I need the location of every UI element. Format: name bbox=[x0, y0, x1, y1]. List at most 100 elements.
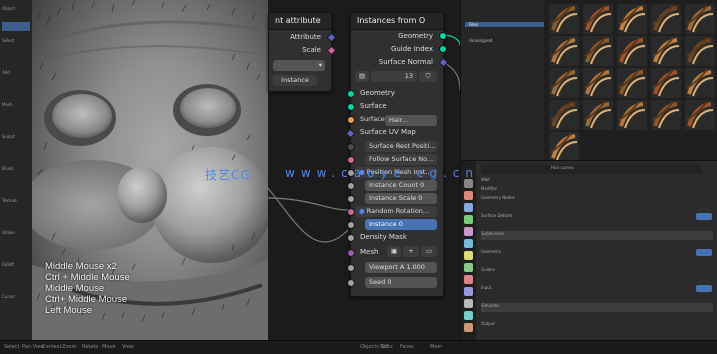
properties-tab-icon[interactable] bbox=[464, 299, 473, 308]
modifier-row[interactable] bbox=[481, 258, 713, 267]
geometry-output-socket[interactable] bbox=[439, 32, 447, 40]
properties-tab-icon[interactable] bbox=[464, 323, 473, 332]
instance-attr-socket[interactable] bbox=[347, 221, 355, 229]
properties-tab-icon[interactable] bbox=[464, 179, 473, 188]
asset-thumbnail[interactable] bbox=[685, 36, 715, 66]
modifier-row[interactable]: Subdivision bbox=[481, 231, 713, 240]
add-icon[interactable]: + bbox=[403, 246, 419, 257]
toolbar-row[interactable] bbox=[2, 246, 30, 255]
mesh-socket[interactable] bbox=[347, 249, 355, 257]
asset-thumbnail[interactable] bbox=[685, 100, 715, 130]
asset-thumbnail[interactable] bbox=[583, 36, 613, 66]
surface-rest-field[interactable]: Surface Rest Positi... bbox=[365, 141, 437, 152]
instance-scale-field[interactable]: Instance Scale 0 bbox=[365, 193, 437, 204]
asset-thumbnail[interactable] bbox=[617, 100, 647, 130]
toolbar-row[interactable]: Falloff bbox=[2, 262, 30, 271]
asset-thumbnail[interactable] bbox=[685, 4, 715, 34]
properties-tab-icon[interactable] bbox=[464, 239, 473, 248]
asset-thumbnail[interactable] bbox=[651, 100, 681, 130]
folder-icon[interactable]: ▭ bbox=[421, 246, 437, 257]
instance-attr-field[interactable]: Instance 0 bbox=[365, 219, 437, 230]
asset-thumbnail[interactable] bbox=[549, 68, 579, 98]
toolbar-row[interactable] bbox=[2, 54, 30, 63]
toolbar-row[interactable] bbox=[2, 214, 30, 223]
follow-normal-socket[interactable] bbox=[347, 156, 355, 164]
asset-thumbnail[interactable] bbox=[583, 4, 613, 34]
toolbar-row[interactable] bbox=[2, 86, 30, 95]
modifier-row[interactable] bbox=[481, 330, 713, 339]
toolbar-row[interactable]: Brush bbox=[2, 166, 30, 175]
asset-thumbnail[interactable] bbox=[651, 36, 681, 66]
random-rotation-field[interactable]: ● Random Rotation... bbox=[355, 206, 437, 217]
toolbar-row[interactable]: Stroke bbox=[2, 230, 30, 239]
asset-thumbnail[interactable] bbox=[685, 68, 715, 98]
toolbar-row[interactable]: Sculpt bbox=[2, 134, 30, 143]
asset-thumbnail[interactable] bbox=[651, 4, 681, 34]
toolbar-row[interactable]: Select bbox=[2, 38, 30, 47]
modifier-row[interactable]: Guides bbox=[481, 267, 713, 276]
toolbar-row[interactable]: Mesh bbox=[2, 102, 30, 111]
modifier-toggle-button[interactable] bbox=[696, 285, 712, 292]
toolbar-row[interactable] bbox=[2, 182, 30, 191]
properties-tab-icon[interactable] bbox=[464, 275, 473, 284]
instance-count-socket[interactable] bbox=[347, 182, 355, 190]
geometry-input-socket[interactable] bbox=[347, 90, 355, 98]
surface-object-socket[interactable] bbox=[347, 116, 355, 124]
asset-thumbnail[interactable] bbox=[549, 36, 579, 66]
modifier-row[interactable] bbox=[481, 240, 713, 249]
toolbar-row[interactable] bbox=[2, 150, 30, 159]
toolbar-row[interactable]: Cursor bbox=[2, 294, 30, 303]
modifier-row[interactable]: Geometry Nodes bbox=[481, 195, 713, 204]
instance-scale-socket[interactable] bbox=[347, 195, 355, 203]
node-group-icon[interactable]: ▤ bbox=[355, 71, 369, 82]
density-mask-socket[interactable] bbox=[347, 234, 355, 242]
toolbar-row[interactable] bbox=[2, 278, 30, 287]
asset-thumbnail[interactable] bbox=[583, 68, 613, 98]
modifier-row[interactable] bbox=[481, 312, 713, 321]
follow-normal-field[interactable]: Follow Surface No... bbox=[365, 154, 437, 165]
properties-tab-icon[interactable] bbox=[464, 215, 473, 224]
asset-thumbnail[interactable] bbox=[549, 132, 579, 162]
type-dropdown[interactable]: ▾ bbox=[273, 60, 325, 71]
surface-object-field[interactable]: Hair... bbox=[385, 115, 437, 126]
modifier-row[interactable] bbox=[481, 276, 713, 285]
properties-tab-icon[interactable] bbox=[464, 263, 473, 272]
asset-thumbnail[interactable] bbox=[617, 68, 647, 98]
toolbar-row[interactable]: Object bbox=[2, 6, 30, 15]
asset-thumbnail[interactable] bbox=[617, 36, 647, 66]
properties-tab-icon[interactable] bbox=[464, 227, 473, 236]
modifier-row[interactable]: Modifier bbox=[481, 186, 713, 195]
asset-thumbnail[interactable] bbox=[651, 68, 681, 98]
mesh-browse-icon[interactable]: ▣ bbox=[387, 246, 401, 257]
instance-button[interactable]: Instance bbox=[273, 75, 317, 86]
instances-node[interactable]: Instances from O Geometry Guide Index Su… bbox=[345, 12, 449, 297]
asset-sidebar-item[interactable]: Unassigned bbox=[469, 38, 492, 43]
surface-input-socket[interactable] bbox=[347, 103, 355, 111]
modifier-row[interactable]: Surface Deform bbox=[481, 213, 713, 222]
attribute-node[interactable]: nt attribute Attribute Scale ▾ Instance bbox=[268, 12, 337, 92]
group-users-count[interactable]: 13 bbox=[371, 71, 417, 82]
instance-count-field[interactable]: Instance Count 0 bbox=[365, 180, 437, 191]
modifier-row[interactable] bbox=[481, 222, 713, 231]
seed-field[interactable]: Seed 0 bbox=[365, 277, 437, 288]
viewport-amount-field[interactable]: Viewport A 1.000 bbox=[365, 262, 437, 273]
modifier-row[interactable]: Simulate bbox=[481, 303, 713, 312]
properties-tab-icon[interactable] bbox=[464, 191, 473, 200]
modifier-row[interactable]: Input bbox=[481, 285, 713, 294]
asset-thumbnail[interactable] bbox=[617, 4, 647, 34]
toolbar-row[interactable] bbox=[2, 310, 30, 319]
seed-socket[interactable] bbox=[347, 279, 355, 287]
toolbar-row[interactable]: Texture bbox=[2, 198, 30, 207]
properties-tab-icon[interactable] bbox=[464, 311, 473, 320]
toolbar-row[interactable]: Add bbox=[2, 70, 30, 79]
fake-user-shield-icon[interactable]: ⛉ bbox=[419, 71, 437, 82]
properties-tab-icon[interactable] bbox=[464, 251, 473, 260]
asset-browser[interactable]: Files Unassigned bbox=[460, 0, 717, 162]
modifier-row[interactable]: Wait bbox=[481, 177, 713, 186]
modifier-row[interactable]: Output bbox=[481, 321, 713, 330]
random-rotation-socket[interactable] bbox=[347, 208, 355, 216]
toolbar-row[interactable] bbox=[2, 22, 30, 31]
modifier-toggle-button[interactable] bbox=[696, 249, 712, 256]
asset-thumbnail[interactable] bbox=[583, 100, 613, 130]
asset-sidebar-item[interactable]: Files bbox=[465, 22, 544, 27]
